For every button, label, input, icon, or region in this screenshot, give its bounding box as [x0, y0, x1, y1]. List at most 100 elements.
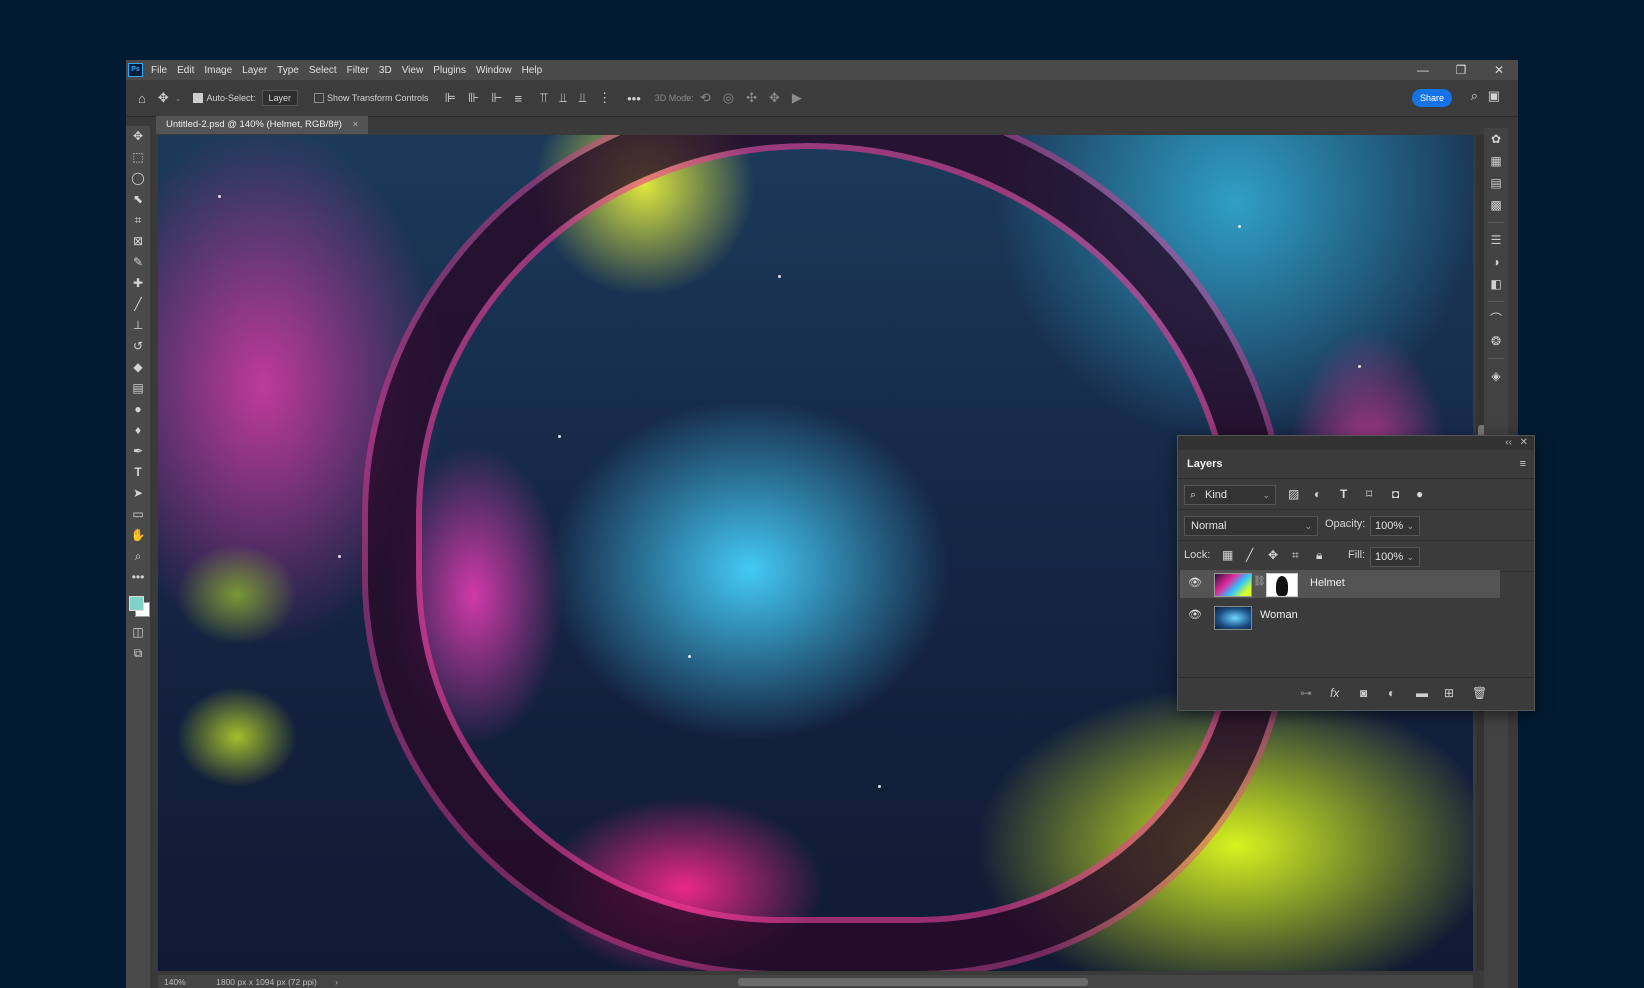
filter-toggle-icon[interactable]: ● — [1416, 487, 1423, 501]
search-icon[interactable]: ⌕ — [1471, 88, 1478, 104]
auto-select-checkbox[interactable] — [193, 93, 204, 103]
layer-name[interactable]: Helmet — [1310, 577, 1345, 589]
adjustment-filter-icon[interactable]: ◐ — [1314, 487, 1321, 501]
history-brush-tool-icon[interactable]: ↺ — [127, 336, 149, 357]
close-window-button[interactable]: ✕ — [1480, 60, 1518, 80]
layer-mask-thumbnail[interactable] — [1266, 573, 1298, 597]
lock-pixels-icon[interactable]: ╱ — [1246, 548, 1253, 562]
layer-name[interactable]: Woman — [1260, 609, 1298, 621]
eraser-tool-icon[interactable]: ◆ — [127, 357, 149, 378]
dodge-tool-icon[interactable]: ♦ — [127, 420, 149, 441]
home-icon[interactable]: ⌂ — [138, 91, 146, 106]
fx-icon[interactable]: fx — [1330, 686, 1339, 700]
workspace-icon[interactable]: ▣ — [1488, 88, 1500, 104]
lock-position-icon[interactable]: ✥ — [1268, 548, 1278, 562]
object-select-tool-icon[interactable]: ⬉ — [127, 189, 149, 210]
swatches-icon[interactable]: ▦ — [1490, 150, 1501, 172]
restore-button[interactable]: ❐ — [1442, 60, 1480, 80]
layer-row-helmet[interactable]: 👁︎ ⛓︎ Helmet — [1180, 570, 1500, 598]
filter-kind-select[interactable]: ⌕ Kind ⌄ — [1184, 485, 1276, 505]
edit-toolbar-icon[interactable]: ••• — [127, 567, 149, 588]
crop-tool-icon[interactable]: ⌗ — [127, 210, 149, 231]
fill-input[interactable]: 100% ⌄ — [1370, 547, 1420, 567]
lock-all-icon[interactable]: 🔒︎ — [1316, 548, 1322, 563]
align-middle-icon[interactable]: ⫫ — [560, 90, 567, 106]
adjustment-icon[interactable]: ◐ — [1388, 686, 1395, 700]
align-right-icon[interactable]: ⊩ — [491, 90, 502, 106]
tool-preset-dropdown-icon[interactable]: ⌄ — [175, 94, 182, 103]
gradients-icon[interactable]: ▤ — [1490, 172, 1501, 194]
menu-window[interactable]: Window — [476, 65, 512, 76]
rectangle-tool-icon[interactable]: ▭ — [127, 504, 149, 525]
layers-icon[interactable]: ◈ — [1491, 365, 1500, 387]
visibility-eye-icon[interactable]: 👁︎ — [1188, 576, 1202, 589]
link-layers-icon[interactable]: ⊶ — [1300, 686, 1312, 700]
move-tool-icon[interactable]: ✥ — [158, 90, 169, 106]
type-tool-icon[interactable]: T — [127, 462, 149, 483]
brush-tool-icon[interactable]: ╱ — [127, 294, 149, 315]
status-arrow-icon[interactable]: › — [335, 977, 338, 987]
learn-icon[interactable]: ✿ — [1491, 128, 1501, 150]
share-button[interactable]: Share — [1412, 89, 1452, 107]
frame-tool-icon[interactable]: ⊠ — [127, 231, 149, 252]
lasso-tool-icon[interactable]: ◯ — [127, 168, 149, 189]
layers-tab[interactable]: Layers — [1187, 458, 1222, 470]
type-filter-icon[interactable]: T — [1340, 487, 1347, 501]
3d-roll-icon[interactable]: ◎ — [723, 90, 734, 106]
zoom-tool-icon[interactable]: ⌕ — [127, 546, 149, 567]
menu-select[interactable]: Select — [309, 65, 337, 76]
visibility-eye-icon[interactable]: 👁︎ — [1188, 608, 1202, 621]
menu-edit[interactable]: Edit — [177, 65, 194, 76]
blend-mode-select[interactable]: Normal ⌄ — [1184, 516, 1318, 536]
document-tab[interactable]: Untitled-2.psd @ 140% (Helmet, RGB/8#) × — [156, 116, 369, 134]
menu-type[interactable]: Type — [277, 65, 299, 76]
layer-row-woman[interactable]: 👁︎ Woman — [1180, 602, 1500, 630]
collapse-panel-icon[interactable]: ‹‹ — [1505, 436, 1512, 450]
zoom-level[interactable]: 140% — [164, 977, 186, 987]
smart-object-filter-icon[interactable]: ◘ — [1392, 487, 1399, 501]
align-left-icon[interactable]: ⊫ — [445, 90, 456, 106]
menu-view[interactable]: View — [402, 65, 424, 76]
menu-filter[interactable]: Filter — [347, 65, 369, 76]
folder-icon[interactable]: ▬ — [1416, 686, 1428, 700]
opacity-input[interactable]: 100% ⌄ — [1370, 516, 1420, 536]
color-swatches[interactable] — [127, 588, 150, 622]
distribute-vertical-icon[interactable]: ⋮ — [598, 90, 611, 106]
healing-tool-icon[interactable]: ✚ — [127, 273, 149, 294]
lock-transparent-icon[interactable]: ▦ — [1222, 548, 1233, 562]
panel-menu-icon[interactable]: ≡ — [1520, 458, 1526, 470]
distribute-icon[interactable]: ≡ — [515, 91, 523, 106]
menu-file[interactable]: File — [151, 65, 167, 76]
3d-scale-icon[interactable]: ▶ — [792, 90, 802, 106]
quick-mask-icon[interactable]: ◫ — [127, 622, 149, 643]
horizontal-scrollbar[interactable] — [738, 978, 1088, 986]
layers-panel-titlebar[interactable]: ‹‹ ✕ — [1178, 436, 1534, 450]
eyedropper-tool-icon[interactable]: ✎ — [127, 252, 149, 273]
screen-mode-icon[interactable]: ⧉ — [127, 643, 149, 664]
channels-icon[interactable]: ❂ — [1491, 330, 1501, 352]
align-top-icon[interactable]: ⫪ — [540, 90, 547, 106]
close-tab-icon[interactable]: × — [353, 119, 359, 130]
add-mask-icon[interactable]: ◙ — [1360, 686, 1367, 700]
more-options-icon[interactable]: ••• — [627, 91, 641, 106]
menu-layer[interactable]: Layer — [242, 65, 267, 76]
show-transform-checkbox[interactable] — [314, 93, 325, 103]
patterns-icon[interactable]: ▩ — [1490, 194, 1501, 216]
shape-filter-icon[interactable]: ⌑ — [1366, 487, 1372, 501]
align-center-icon[interactable]: ⊪ — [468, 90, 479, 106]
blur-tool-icon[interactable]: ● — [127, 399, 149, 420]
hand-tool-icon[interactable]: ✋ — [127, 525, 149, 546]
adjustments-icon[interactable]: ◑ — [1492, 251, 1499, 273]
move-tool-icon[interactable]: ✥ — [127, 126, 149, 147]
menu-image[interactable]: Image — [204, 65, 232, 76]
gradient-tool-icon[interactable]: ▤ — [127, 378, 149, 399]
path-select-tool-icon[interactable]: ➤ — [127, 483, 149, 504]
trash-icon[interactable]: 🗑︎ — [1472, 686, 1487, 700]
align-bottom-icon[interactable]: ⫫ — [579, 90, 586, 106]
lock-artboard-icon[interactable]: ⌗ — [1292, 548, 1299, 563]
auto-select-target-select[interactable]: Layer — [261, 90, 299, 106]
minimize-button[interactable]: — — [1404, 60, 1442, 80]
menu-plugins[interactable]: Plugins — [433, 65, 466, 76]
libraries-icon[interactable]: ◧ — [1490, 273, 1501, 295]
menu-help[interactable]: Help — [522, 65, 543, 76]
